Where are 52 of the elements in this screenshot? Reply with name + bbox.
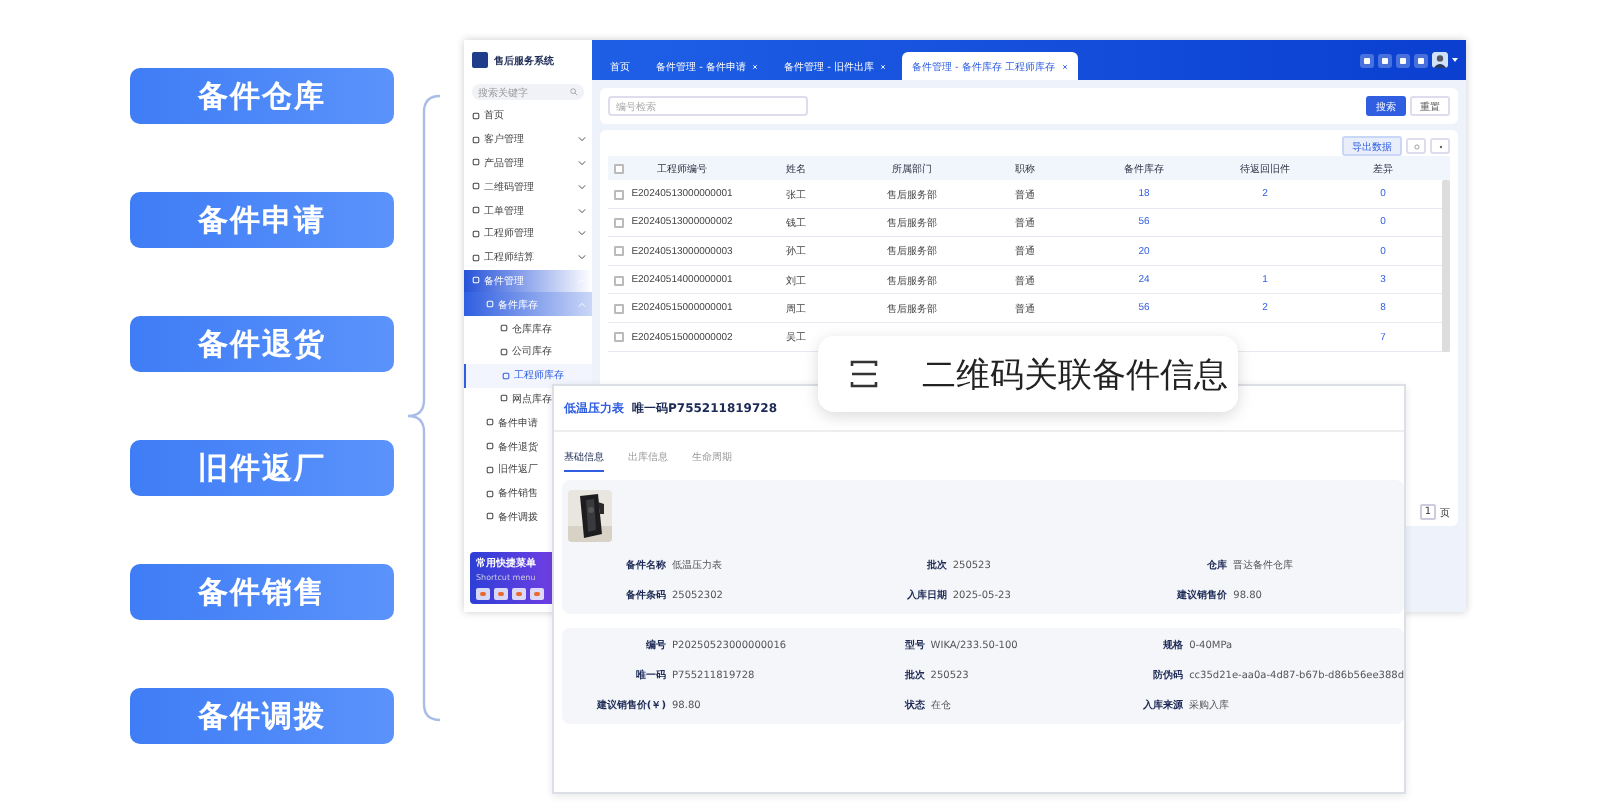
square-icon [500,347,508,356]
checkbox[interactable] [613,332,623,343]
shortcut-icon[interactable] [494,588,508,600]
square-icon [472,135,480,144]
square-icon [486,300,494,309]
chevron-icon [578,159,586,166]
chevron-icon [578,254,586,261]
feature-label: 备件销售 [130,564,394,620]
square-icon [500,324,508,333]
chevron-icon [578,207,586,214]
shortcut-icon[interactable] [512,588,526,600]
feature-label: 旧件返厂 [130,440,394,496]
feature-label: 备件仓库 [130,68,394,124]
checkbox[interactable] [613,217,623,228]
caret-icon[interactable] [1452,58,1458,62]
feature-label: 备件调拨 [130,688,394,744]
shortcut-icon[interactable] [530,588,544,600]
square-icon [472,253,480,262]
settings-icon[interactable] [1430,138,1450,154]
square-icon [486,418,494,427]
square-icon [472,111,480,120]
checkbox[interactable] [613,275,623,286]
checkbox[interactable] [613,189,623,200]
chevron-icon [578,301,586,308]
square-icon [486,512,494,521]
square-icon [472,158,480,167]
square-icon [472,206,480,215]
feature-label: 备件退货 [130,316,394,372]
square-icon [500,394,508,403]
square-icon [486,442,494,451]
square-icon [502,371,510,380]
chevron-icon [578,230,586,237]
square-icon [472,182,480,191]
avatar-icon[interactable] [1432,52,1448,68]
checkbox[interactable] [613,163,623,173]
search-icon [570,88,578,96]
scrollbar[interactable] [1442,180,1450,352]
square-icon [486,465,494,474]
scan-icon [850,360,878,388]
shortcut-icon[interactable] [476,588,490,600]
checkbox[interactable] [613,303,623,314]
square-icon [472,276,480,285]
callout-text: 二维码关联备件信息 [922,353,1228,397]
checkbox[interactable] [613,246,623,257]
feature-label: 备件申请 [130,192,394,248]
chevron-icon [578,136,586,143]
chevron-icon [578,183,586,190]
close-icon[interactable] [1061,63,1068,69]
square-icon [486,489,494,498]
refresh-icon[interactable] [1406,138,1426,154]
square-icon [472,229,480,238]
logo-icon [472,52,488,68]
